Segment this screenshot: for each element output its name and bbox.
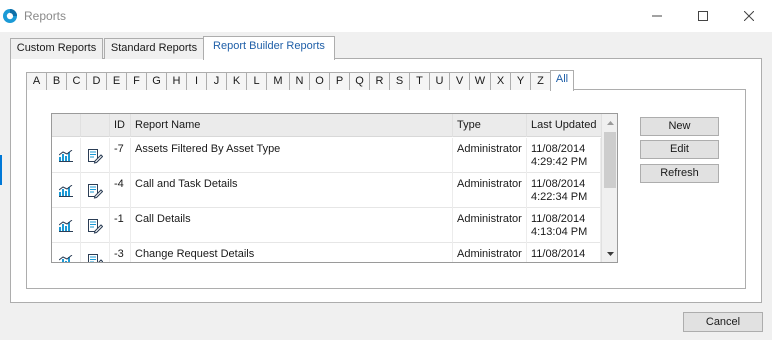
reports-grid: ID Report Name Type Last Updated -7 Asse…: [51, 113, 618, 263]
updated-date: 11/08/2014: [531, 248, 586, 260]
letter-tab-q[interactable]: Q: [349, 72, 370, 90]
letter-tab-g[interactable]: G: [146, 72, 167, 90]
header-type[interactable]: Type: [453, 114, 527, 137]
report-id: -4: [110, 173, 131, 208]
scroll-thumb[interactable]: [604, 132, 616, 188]
letter-tab-r[interactable]: R: [369, 72, 390, 90]
edit-report-icon[interactable]: [81, 208, 110, 243]
tab-custom-reports[interactable]: Custom Reports: [10, 38, 103, 59]
app-logo-icon: [2, 8, 18, 24]
letter-tab-o[interactable]: O: [309, 72, 330, 90]
letter-tab-l[interactable]: L: [246, 72, 267, 90]
focus-accent: [0, 155, 2, 185]
new-button[interactable]: New: [640, 117, 719, 136]
letter-tab-w[interactable]: W: [469, 72, 491, 90]
letter-tab-y[interactable]: Y: [510, 72, 531, 90]
letter-tab-k[interactable]: K: [226, 72, 247, 90]
bar-chart-icon[interactable]: [52, 208, 81, 243]
edit-report-icon[interactable]: [81, 243, 110, 262]
header-chart-column[interactable]: [52, 114, 81, 137]
letter-tab-j[interactable]: J: [206, 72, 227, 90]
close-button[interactable]: [726, 0, 772, 32]
letter-tab-t[interactable]: T: [409, 72, 430, 90]
letter-tab-c[interactable]: C: [66, 72, 87, 90]
header-report-name[interactable]: Report Name: [131, 114, 453, 137]
report-name: Call Details: [131, 208, 453, 243]
letter-tab-z[interactable]: Z: [530, 72, 551, 90]
report-name: Call and Task Details: [131, 173, 453, 208]
tab-standard-reports[interactable]: Standard Reports: [104, 38, 204, 59]
letter-tab-n[interactable]: N: [289, 72, 310, 90]
report-last-updated: 11/08/2014: [527, 243, 601, 262]
window-title: Reports: [24, 9, 67, 23]
report-id: -7: [110, 138, 131, 173]
updated-date: 11/08/2014: [531, 178, 586, 190]
letter-tab-m[interactable]: M: [266, 72, 290, 90]
letter-tab-all[interactable]: All: [550, 70, 574, 91]
letter-tab-h[interactable]: H: [166, 72, 187, 90]
letter-tab-b[interactable]: B: [46, 72, 67, 90]
maximize-button[interactable]: [680, 0, 726, 32]
updated-time: 4:22:34 PM: [531, 191, 588, 203]
grid-header: ID Report Name Type Last Updated: [52, 114, 601, 137]
report-type: Administrator: [453, 208, 527, 243]
report-id: -3: [110, 243, 131, 262]
report-name: Assets Filtered By Asset Type: [131, 138, 453, 173]
updated-time: 4:13:04 PM: [531, 226, 588, 238]
table-row[interactable]: -3 Change Request Details Administrator …: [52, 243, 601, 262]
report-type: Administrator: [453, 243, 527, 262]
letter-tab-i[interactable]: I: [186, 72, 207, 90]
letter-tab-x[interactable]: X: [490, 72, 511, 90]
grid-scrollbar[interactable]: [601, 114, 617, 262]
tab-report-builder-reports[interactable]: Report Builder Reports: [203, 36, 335, 60]
minimize-button[interactable]: [634, 0, 680, 32]
letter-tab-d[interactable]: D: [86, 72, 107, 90]
report-id: -1: [110, 208, 131, 243]
report-name: Change Request Details: [131, 243, 453, 262]
header-edit-column[interactable]: [81, 114, 110, 137]
cancel-button[interactable]: Cancel: [683, 312, 763, 332]
letter-tab-e[interactable]: E: [106, 72, 127, 90]
report-last-updated: 11/08/2014 4:22:34 PM: [527, 173, 601, 208]
letter-tab-p[interactable]: P: [329, 72, 350, 90]
header-last-updated[interactable]: Last Updated: [527, 114, 601, 137]
letter-tab-a[interactable]: A: [26, 72, 47, 90]
bar-chart-icon[interactable]: [52, 138, 81, 173]
report-type: Administrator: [453, 173, 527, 208]
edit-report-icon[interactable]: [81, 173, 110, 208]
updated-time: 4:29:42 PM: [531, 156, 588, 168]
table-row[interactable]: -1 Call Details Administrator 11/08/2014…: [52, 208, 601, 243]
table-row[interactable]: -4 Call and Task Details Administrator 1…: [52, 173, 601, 208]
letter-tab-s[interactable]: S: [389, 72, 410, 90]
updated-date: 11/08/2014: [531, 143, 586, 155]
report-last-updated: 11/08/2014 4:29:42 PM: [527, 138, 601, 173]
report-last-updated: 11/08/2014 4:13:04 PM: [527, 208, 601, 243]
refresh-button[interactable]: Refresh: [640, 164, 719, 183]
header-id[interactable]: ID: [110, 114, 131, 137]
edit-button[interactable]: Edit: [640, 140, 719, 159]
bar-chart-icon[interactable]: [52, 243, 81, 262]
scroll-up-icon[interactable]: [602, 116, 617, 130]
updated-date: 11/08/2014: [531, 213, 586, 225]
bar-chart-icon[interactable]: [52, 173, 81, 208]
scroll-down-icon[interactable]: [602, 247, 617, 261]
edit-report-icon[interactable]: [81, 138, 110, 173]
table-row[interactable]: -7 Assets Filtered By Asset Type Adminis…: [52, 138, 601, 173]
report-type: Administrator: [453, 138, 527, 173]
letter-tab-u[interactable]: U: [429, 72, 450, 90]
letter-tab-f[interactable]: F: [126, 72, 147, 90]
letter-tab-v[interactable]: V: [449, 72, 470, 90]
title-bar: Reports: [0, 0, 772, 32]
